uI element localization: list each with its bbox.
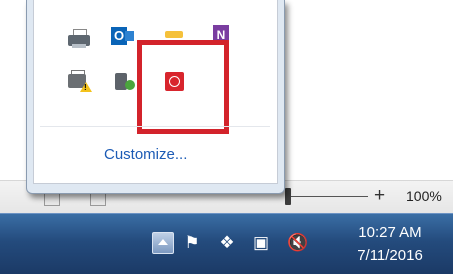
outlook-icon[interactable]: O [111,25,135,47]
clock-date: 7/11/2016 [357,247,423,264]
zoom-percentage[interactable]: 100% [406,188,442,204]
view-icon[interactable] [90,192,106,206]
network-icon[interactable]: ▣ [250,232,272,254]
popup-divider [40,126,270,127]
power-plug-icon[interactable] [115,70,139,92]
highlight-box [137,40,229,134]
zoom-in-button[interactable]: + [374,184,385,208]
clock-time: 10:27 AM [358,224,422,241]
zoom-slider-thumb[interactable] [285,188,291,205]
show-hidden-icons-button[interactable] [152,232,174,254]
printer-warning-icon[interactable] [68,70,92,92]
printer-icon[interactable] [68,28,92,50]
zoom-slider-track[interactable] [290,196,368,197]
view-icon[interactable] [44,192,60,206]
taskbar-clock[interactable]: 10:27 AM 7/11/2016 [335,221,445,267]
action-center-flag-icon[interactable]: ⚑ [181,232,203,254]
volume-muted-icon[interactable]: 🔇 [287,232,309,254]
customize-link[interactable]: Customize... [104,146,187,163]
dropbox-icon[interactable]: ❖ [216,232,238,254]
